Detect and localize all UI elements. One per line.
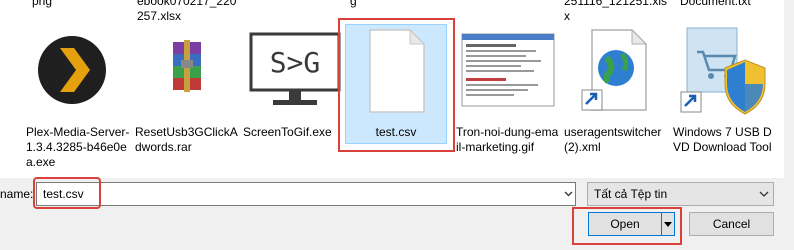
winrar-archive-icon — [139, 22, 235, 118]
chevron-down-icon — [564, 191, 572, 197]
cancel-button[interactable]: Cancel — [689, 212, 774, 236]
image-thumbnail-icon — [460, 22, 556, 118]
highlight-frame-open — [572, 207, 682, 245]
file-item-xml[interactable]: useragentswitcher (2).xml — [562, 0, 670, 178]
file-name: ResetUsb3GClickAdwords.rar — [135, 125, 238, 154]
file-name-label: name: — [0, 187, 34, 201]
file-item-screentogif[interactable]: S>G ScreenToGif.exe — [241, 0, 349, 178]
file-item-plex[interactable]: Plex-Media-Server-1.3.4.3285-b46e0ea.exe — [24, 0, 132, 178]
svg-text:S>G: S>G — [270, 46, 321, 79]
windows-shield-icon — [677, 22, 773, 118]
file-name: useragentswitcher (2).xml — [564, 125, 662, 154]
file-name-input[interactable]: test.csv — [36, 182, 576, 206]
file-name: ScreenToGif.exe — [243, 125, 332, 139]
file-name: Tron-noi-dung-email-marketing.gif — [456, 125, 559, 154]
window-edge — [784, 0, 794, 250]
file-item-windows-tool[interactable]: Windows 7 USB DVD Download Tool — [671, 0, 779, 178]
file-item-rar[interactable]: ResetUsb3GClickAdwords.rar — [133, 0, 241, 178]
highlight-frame-name — [33, 177, 101, 209]
highlight-frame-file — [338, 18, 455, 152]
file-name-dropdown-button[interactable] — [560, 183, 575, 205]
xml-globe-icon — [568, 22, 664, 118]
screentogif-icon: S>G — [247, 22, 343, 118]
file-name: Plex-Media-Server-1.3.4.3285-b46e0ea.exe — [26, 125, 130, 169]
file-type-select[interactable]: Tất cả Tệp tin — [587, 182, 774, 206]
file-type-value: Tất cả Tệp tin — [594, 187, 668, 201]
file-name: Windows 7 USB DVD Download Tool — [673, 125, 772, 154]
cancel-button-label: Cancel — [712, 217, 751, 231]
file-item-gif[interactable]: Tron-noi-dung-email-marketing.gif — [454, 0, 562, 178]
file-browser: png ebook070217_220 257.xlsx g 251116_12… — [0, 0, 794, 178]
chevron-down-icon — [759, 191, 769, 197]
plex-icon — [30, 22, 126, 118]
